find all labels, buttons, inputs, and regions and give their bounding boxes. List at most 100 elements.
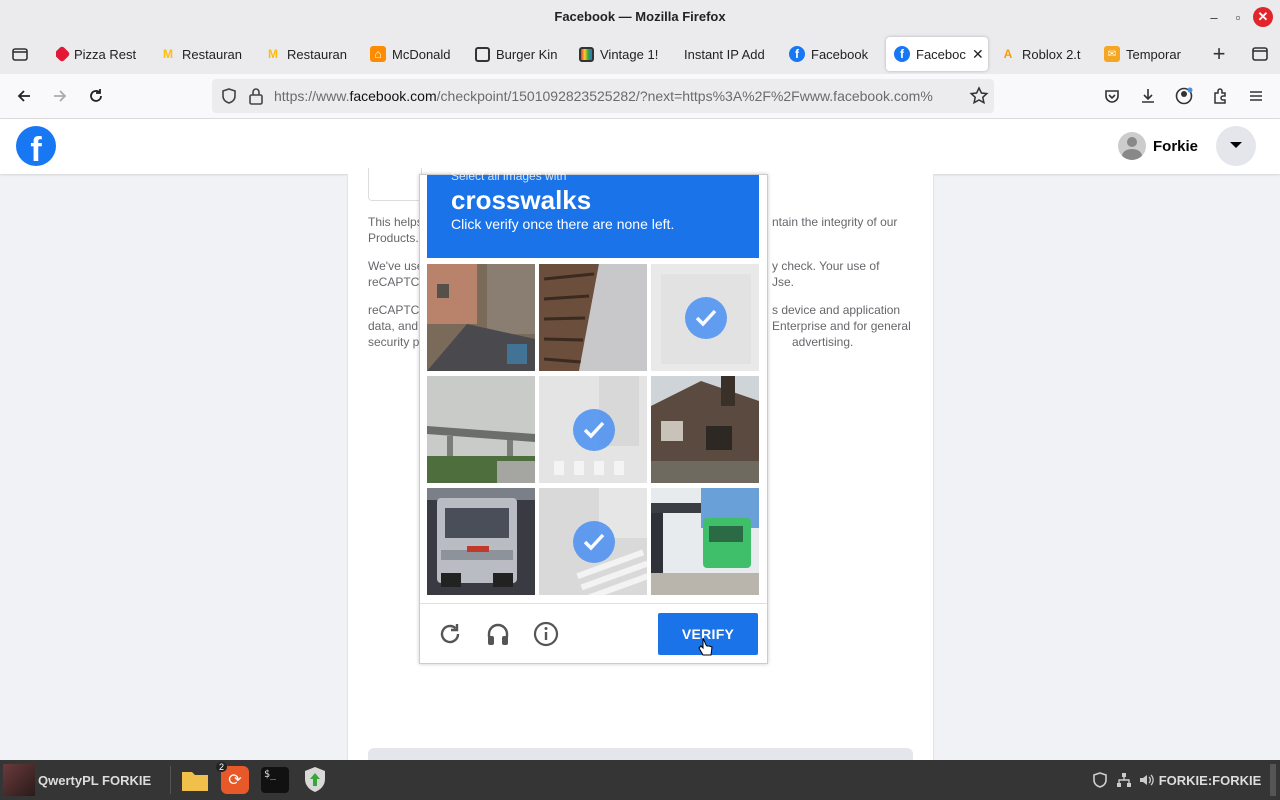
- account-icon[interactable]: [1172, 84, 1196, 108]
- recaptcha-challenge: Select all images with crosswalks Click …: [419, 169, 768, 664]
- card-text: Enterprise and for general: [772, 319, 911, 333]
- facebook-logo-icon[interactable]: f: [16, 126, 56, 166]
- tab-list-icon[interactable]: [8, 42, 32, 66]
- roblox-icon: A: [1003, 47, 1013, 61]
- close-tab-icon[interactable]: ✕: [972, 46, 984, 63]
- mail-icon: ✉: [1104, 46, 1120, 62]
- checkmark-icon: [685, 297, 727, 339]
- captcha-tile-selected-2[interactable]: [539, 376, 647, 483]
- reload-challenge-icon[interactable]: [437, 621, 463, 652]
- card-text: Products.: [368, 231, 419, 245]
- captcha-tile-house[interactable]: [651, 376, 759, 483]
- shopping-bag-icon: [475, 46, 490, 62]
- back-button[interactable]: [12, 84, 36, 108]
- checkmark-icon: [573, 409, 615, 451]
- reload-button[interactable]: [84, 84, 108, 108]
- downloads-icon[interactable]: [1136, 84, 1160, 108]
- captcha-tile-building[interactable]: [539, 264, 647, 371]
- card-footer-bar: [368, 748, 913, 760]
- facebook-icon: f: [894, 46, 910, 62]
- tray-user-label: FORKIE:FORKIE: [1158, 772, 1262, 788]
- user-avatar[interactable]: [2, 764, 36, 796]
- account-menu-button[interactable]: [1216, 126, 1256, 166]
- updates-shield-icon[interactable]: [298, 764, 332, 796]
- challenge-header: Select all images with crosswalks Click …: [427, 169, 759, 258]
- card-text: s device and application: [772, 303, 901, 317]
- navigation-bar: https://www.facebook.com/checkpoint/1501…: [0, 74, 1280, 119]
- instruction-bottom: Click verify once there are none left.: [451, 216, 675, 232]
- card-text: advertising.: [792, 335, 854, 349]
- app-launcher-icon[interactable]: ⟳ 2: [216, 762, 252, 796]
- avatar: [1118, 132, 1146, 160]
- forward-button[interactable]: [48, 84, 72, 108]
- captcha-tile-truck[interactable]: [427, 488, 535, 595]
- tab-restaurant-2[interactable]: M Restauran: [265, 37, 349, 71]
- close-window-button[interactable]: ✕: [1253, 7, 1273, 27]
- taskbar-separator: [170, 766, 171, 794]
- extensions-icon[interactable]: [1208, 84, 1232, 108]
- tab-pizza[interactable]: Pizza Rest: [56, 37, 140, 71]
- menu-icon[interactable]: [1244, 84, 1268, 108]
- card-text: reCAPTC: [368, 303, 420, 317]
- tab-bar: Pizza Rest M Restauran M Restauran ⌂ McD…: [0, 34, 1280, 74]
- tracking-shield-icon[interactable]: [220, 87, 238, 110]
- user-label[interactable]: QwertyPL FORKIE: [38, 764, 162, 796]
- dominos-icon: [56, 45, 71, 63]
- mcdonalds-icon: M: [163, 47, 173, 61]
- card-text: y check. Your use of: [772, 259, 880, 273]
- tab-vintage[interactable]: Vintage 1!: [579, 37, 663, 71]
- captcha-tile-green-truck[interactable]: [651, 488, 759, 595]
- tab-temporary[interactable]: ✉ Temporar: [1104, 37, 1188, 71]
- captcha-tile-selected-3[interactable]: [539, 488, 647, 595]
- tab-burger-king[interactable]: Burger Kin: [475, 37, 559, 71]
- url-bar[interactable]: https://www.facebook.com/checkpoint/1501…: [212, 79, 994, 113]
- card-text: We've use: [368, 259, 424, 273]
- mcdonalds-icon: M: [268, 47, 278, 61]
- window-titlebar: Facebook — Mozilla Firefox – ▫ ✕: [0, 0, 1280, 34]
- notification-badge: 2: [216, 762, 228, 772]
- volume-icon[interactable]: [1136, 764, 1156, 796]
- card-text: This helps: [368, 215, 423, 229]
- captcha-tile-street[interactable]: [427, 264, 535, 371]
- checkmark-icon: [573, 521, 615, 563]
- security-shield-icon[interactable]: [1090, 764, 1110, 796]
- facebook-icon: f: [789, 46, 805, 62]
- shopping-bag-icon: [579, 46, 594, 62]
- card-text: Jse.: [772, 275, 795, 289]
- captcha-tile-selected-1[interactable]: [651, 264, 759, 371]
- new-tab-button[interactable]: +: [1207, 41, 1231, 66]
- mcdonalds-icon: ⌂: [370, 46, 386, 62]
- folder-icon[interactable]: [178, 764, 212, 796]
- tab-roblox[interactable]: A Roblox 2.t: [1000, 37, 1084, 71]
- tab-instant-ip[interactable]: Instant IP Add: [684, 37, 770, 71]
- info-icon[interactable]: [533, 621, 559, 652]
- terminal-icon[interactable]: $_: [258, 764, 292, 796]
- captcha-tile-overpass[interactable]: [427, 376, 535, 483]
- mouse-cursor-icon: [698, 637, 714, 662]
- challenge-keyword: crosswalks: [451, 185, 592, 215]
- bookmark-star-icon[interactable]: [969, 86, 989, 111]
- card-text: ntain the integrity of our: [772, 215, 898, 229]
- caret-down-icon: [1229, 137, 1243, 155]
- headphones-icon[interactable]: [485, 621, 511, 652]
- maximize-button[interactable]: ▫: [1228, 7, 1248, 27]
- tab-facebook[interactable]: f Facebook: [789, 37, 873, 71]
- minimize-button[interactable]: –: [1204, 7, 1224, 27]
- network-icon[interactable]: [1114, 764, 1134, 796]
- facebook-header: f Forkie: [0, 119, 1280, 174]
- url-text[interactable]: https://www.facebook.com/checkpoint/1501…: [274, 79, 964, 113]
- tab-facebook-active[interactable]: f Faceboc ✕: [886, 37, 988, 71]
- lock-icon[interactable]: [248, 87, 264, 110]
- profile-button[interactable]: Forkie: [1110, 127, 1206, 165]
- footer-divider: [420, 603, 767, 604]
- instruction-top: Select all images with: [451, 169, 567, 183]
- tab-restaurant-1[interactable]: M Restauran: [160, 37, 244, 71]
- window-list-icon[interactable]: [1248, 42, 1272, 66]
- show-desktop-button[interactable]: [1270, 764, 1276, 796]
- tab-mcdonalds[interactable]: ⌂ McDonald: [370, 37, 454, 71]
- card-text: reCAPTC: [368, 275, 420, 289]
- pocket-icon[interactable]: [1100, 84, 1124, 108]
- card-text: data, and: [368, 319, 419, 333]
- card-text: security p: [368, 335, 420, 349]
- taskbar: QwertyPL FORKIE ⟳ 2 $_ FORKIE:FORKIE: [0, 760, 1280, 800]
